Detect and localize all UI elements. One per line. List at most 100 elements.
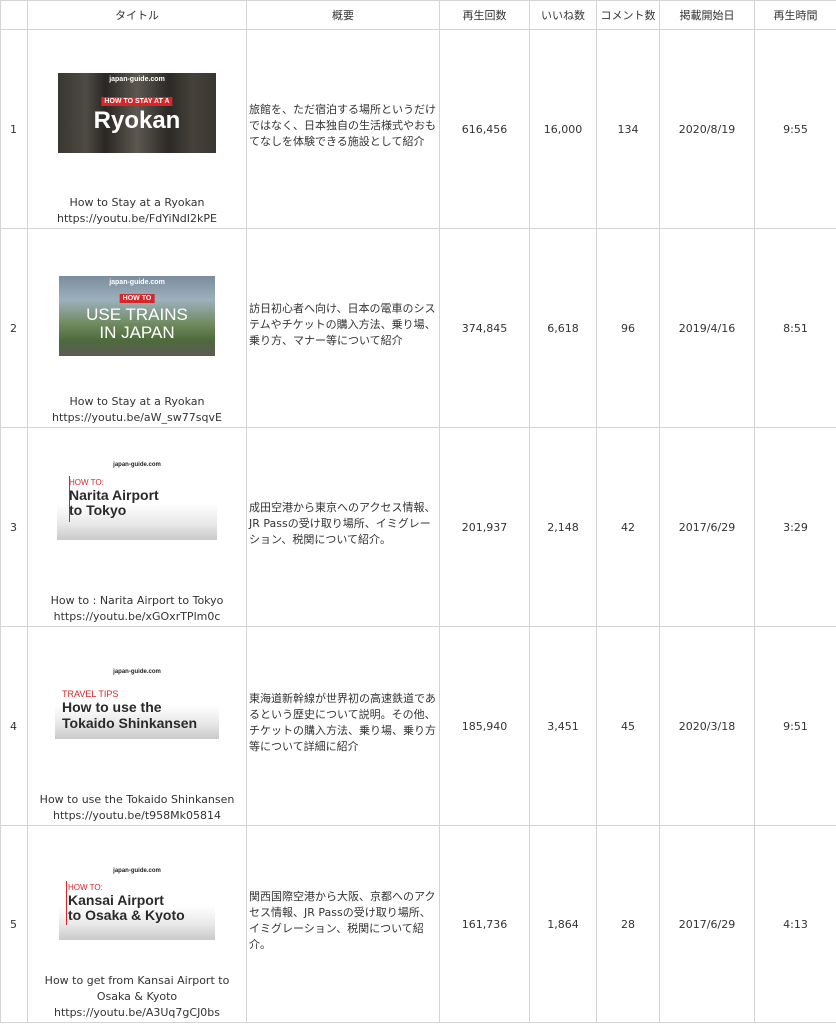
thumbnail-headline-1: USE TRAINS — [86, 305, 188, 324]
duration-cell: 4:13 — [754, 825, 836, 1023]
video-thumbnail[interactable]: japan-guide.com HOW TO: Kansai Airport t… — [59, 864, 215, 940]
video-caption: How to : Narita Airport to Tokyo https:/… — [28, 593, 246, 625]
comments-cell: 96 — [596, 228, 660, 428]
video-title-line-1: How to get from Kansai Airport to — [44, 974, 230, 987]
thumbnail-headline-1: How to use the — [62, 699, 162, 715]
duration-cell: 9:55 — [754, 29, 836, 229]
likes-cell: 16,000 — [529, 29, 597, 229]
thumbnail-site-label: japan-guide.com — [109, 279, 165, 286]
views-cell: 616,456 — [439, 29, 530, 229]
video-title: How to : Narita Airport to Tokyo — [50, 594, 224, 607]
likes-cell: 1,864 — [529, 825, 597, 1023]
row-index: 3 — [0, 427, 28, 627]
video-link[interactable]: https://youtu.be/aW_sw77sqvE — [52, 411, 222, 424]
table-row: 4 japan-guide.com TRAVEL TIPS How to use… — [0, 626, 836, 826]
thumbnail-headline-2: IN JAPAN — [99, 323, 175, 342]
thumbnail-headline-2: to Osaka & Kyoto — [68, 907, 185, 923]
thumbnail-tag: HOW TO STAY AT A — [101, 97, 173, 106]
likes-cell: 6,618 — [529, 228, 597, 428]
table-row: 2 japan-guide.com HOW TO USE TRAINS IN J… — [0, 228, 836, 428]
thumbnail-headline-2: Tokaido Shinkansen — [62, 715, 198, 731]
video-title: How to Stay at a Ryokan — [69, 196, 205, 209]
header-comments: コメント数 — [596, 0, 660, 30]
video-summary: 成田空港から東京へのアクセス情報、JR Passの受け取り場所、イミグレーション… — [249, 501, 436, 546]
row-index: 2 — [0, 228, 28, 428]
comments-cell: 45 — [596, 626, 660, 826]
published-cell: 2017/6/29 — [659, 825, 755, 1023]
duration-cell: 3:29 — [754, 427, 836, 627]
video-summary: 関西国際空港から大阪、京都へのアクセス情報、JR Passの受け取り場所、イミグ… — [249, 890, 436, 951]
published-cell: 2020/8/19 — [659, 29, 755, 229]
comments-cell: 42 — [596, 427, 660, 627]
video-caption: How to Stay at a Ryokan https://youtu.be… — [28, 195, 246, 227]
header-duration: 再生時間 — [754, 0, 836, 30]
thumbnail-site-label: japan-guide.com — [109, 76, 165, 83]
video-summary: 東海道新幹線が世界初の高速鉄道であるという歴史について説明。その他、チケットの購… — [249, 692, 436, 753]
duration-cell: 8:51 — [754, 228, 836, 428]
thumbnail-headline-1: Kansai Airport — [68, 892, 164, 908]
video-caption: How to get from Kansai Airport to Osaka … — [28, 973, 246, 1021]
likes-cell: 3,451 — [529, 626, 597, 826]
table-row: 1 japan-guide.com HOW TO STAY AT A Ryoka… — [0, 29, 836, 229]
title-cell: japan-guide.com TRAVEL TIPS How to use t… — [27, 626, 247, 826]
video-title: How to Stay at a Ryokan — [69, 395, 205, 408]
views-cell: 374,845 — [439, 228, 530, 428]
header-summary: 概要 — [246, 0, 440, 30]
row-index: 5 — [0, 825, 28, 1023]
views-cell: 201,937 — [439, 427, 530, 627]
video-summary: 訪日初心者へ向け、日本の電車のシステムやチケットの購入方法、乗り場、乗り方、マナ… — [249, 302, 436, 347]
video-table: タイトル 概要 再生回数 いいね数 コメント数 掲載開始日 再生時間 1 jap… — [0, 0, 836, 1023]
thumbnail-tag: HOW TO: — [69, 478, 104, 487]
header-row: タイトル 概要 再生回数 いいね数 コメント数 掲載開始日 再生時間 — [0, 0, 836, 30]
header-index — [0, 0, 28, 30]
title-cell: japan-guide.com HOW TO STAY AT A Ryokan … — [27, 29, 247, 229]
header-views: 再生回数 — [439, 0, 530, 30]
header-likes: いいね数 — [529, 0, 597, 30]
thumbnail-site-label: japan-guide.com — [113, 462, 161, 468]
row-index: 1 — [0, 29, 28, 229]
title-cell: japan-guide.com HOW TO: Narita Airport t… — [27, 427, 247, 627]
video-thumbnail[interactable]: japan-guide.com HOW TO: Narita Airport t… — [57, 460, 217, 540]
thumbnail-tag: TRAVEL TIPS — [62, 689, 119, 699]
summary-cell: 成田空港から東京へのアクセス情報、JR Passの受け取り場所、イミグレーション… — [246, 427, 440, 627]
thumbnail-headline-1: Narita Airport — [69, 487, 159, 503]
thumbnail-site-label: japan-guide.com — [113, 669, 161, 675]
table-row: 3 japan-guide.com HOW TO: Narita Airport… — [0, 427, 836, 627]
thumbnail-tag: HOW TO: — [68, 883, 103, 892]
duration-cell: 9:51 — [754, 626, 836, 826]
video-title: How to use the Tokaido Shinkansen — [39, 793, 235, 806]
thumbnail-headline: Ryokan — [93, 107, 181, 134]
video-thumbnail[interactable]: japan-guide.com HOW TO STAY AT A Ryokan — [58, 73, 216, 153]
summary-cell: 旅館を、ただ宿泊する場所というだけではなく、日本独自の生活様式やおもてなしを体験… — [246, 29, 440, 229]
thumbnail-headline-2: to Tokyo — [69, 502, 127, 518]
published-cell: 2020/3/18 — [659, 626, 755, 826]
video-link[interactable]: https://youtu.be/FdYiNdI2kPE — [57, 212, 217, 225]
video-summary: 旅館を、ただ宿泊する場所というだけではなく、日本独自の生活様式やおもてなしを体験… — [249, 103, 436, 148]
title-cell: japan-guide.com HOW TO: Kansai Airport t… — [27, 825, 247, 1023]
video-thumbnail[interactable]: japan-guide.com TRAVEL TIPS How to use t… — [55, 663, 219, 739]
video-title-line-2: Osaka & Kyoto — [96, 990, 178, 1003]
summary-cell: 訪日初心者へ向け、日本の電車のシステムやチケットの購入方法、乗り場、乗り方、マナ… — [246, 228, 440, 428]
published-cell: 2017/6/29 — [659, 427, 755, 627]
summary-cell: 関西国際空港から大阪、京都へのアクセス情報、JR Passの受け取り場所、イミグ… — [246, 825, 440, 1023]
video-link[interactable]: https://youtu.be/xGOxrTPlm0c — [54, 610, 221, 623]
thumbnail-tag: HOW TO — [119, 294, 155, 303]
title-cell: japan-guide.com HOW TO USE TRAINS IN JAP… — [27, 228, 247, 428]
views-cell: 185,940 — [439, 626, 530, 826]
header-title: タイトル — [27, 0, 247, 30]
likes-cell: 2,148 — [529, 427, 597, 627]
comments-cell: 134 — [596, 29, 660, 229]
video-caption: How to use the Tokaido Shinkansen https:… — [28, 792, 246, 824]
video-thumbnail[interactable]: japan-guide.com HOW TO USE TRAINS IN JAP… — [59, 276, 215, 356]
video-link[interactable]: https://youtu.be/t958Mk05814 — [53, 809, 221, 822]
thumbnail-site-label: japan-guide.com — [113, 868, 161, 874]
table-row: 5 japan-guide.com HOW TO: Kansai Airport… — [0, 825, 836, 1023]
comments-cell: 28 — [596, 825, 660, 1023]
video-caption: How to Stay at a Ryokan https://youtu.be… — [28, 394, 246, 426]
row-index: 4 — [0, 626, 28, 826]
views-cell: 161,736 — [439, 825, 530, 1023]
video-link[interactable]: https://youtu.be/A3Uq7gCJ0bs — [54, 1006, 220, 1019]
header-published: 掲載開始日 — [659, 0, 755, 30]
summary-cell: 東海道新幹線が世界初の高速鉄道であるという歴史について説明。その他、チケットの購… — [246, 626, 440, 826]
thumbnail-accent-bar — [66, 881, 67, 925]
